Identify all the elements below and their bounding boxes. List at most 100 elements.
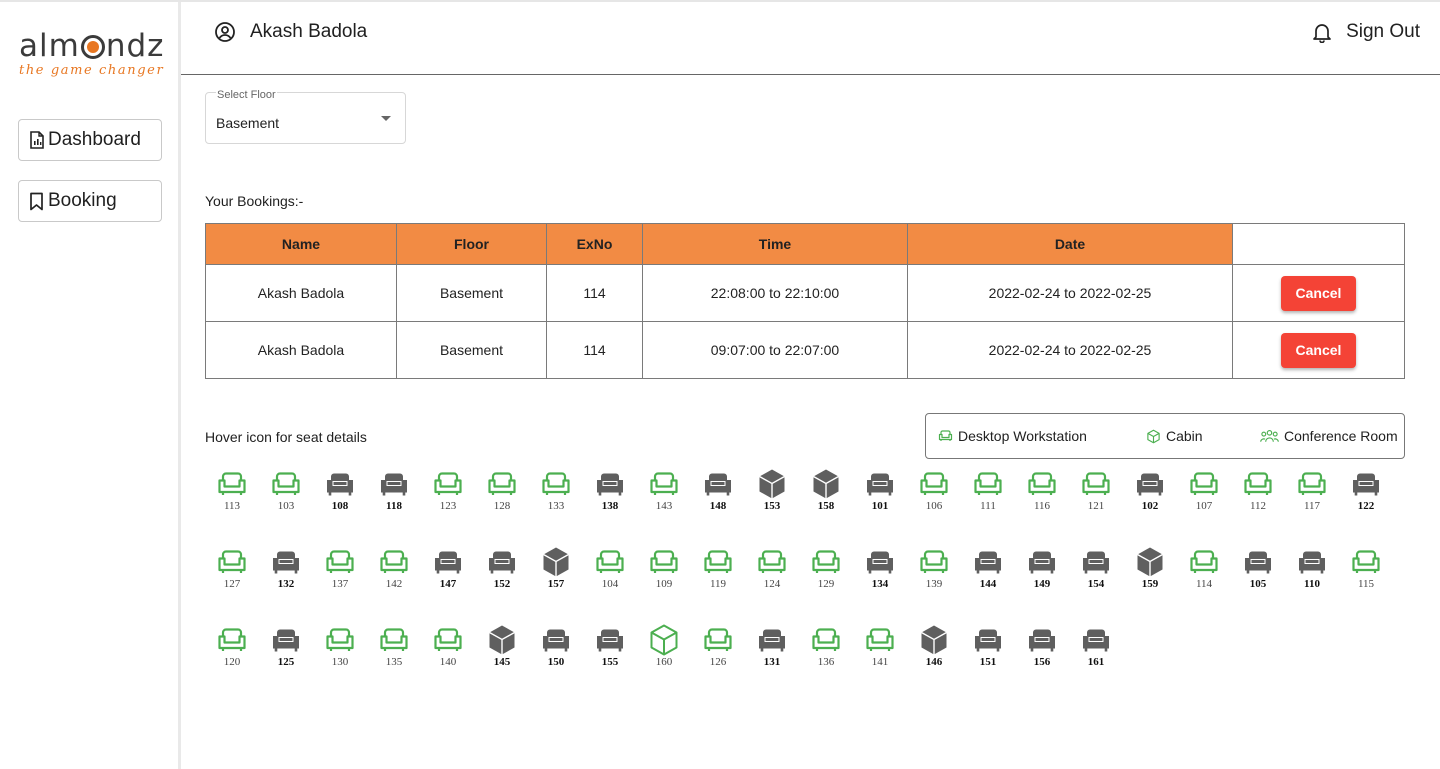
seat-158[interactable]: 158 bbox=[799, 468, 853, 516]
seat-143[interactable]: 143 bbox=[637, 468, 691, 516]
seat-123[interactable]: 123 bbox=[421, 468, 475, 516]
seat-number: 117 bbox=[1303, 500, 1321, 512]
seat-number: 131 bbox=[763, 656, 781, 668]
floor-select[interactable]: Select Floor Basement bbox=[205, 89, 406, 144]
seat-121[interactable]: 121 bbox=[1069, 468, 1123, 516]
seat-number: 120 bbox=[223, 656, 241, 668]
seat-104[interactable]: 104 bbox=[583, 546, 637, 594]
seat-126[interactable]: 126 bbox=[691, 624, 745, 672]
seat-136[interactable]: 136 bbox=[799, 624, 853, 672]
seat-150[interactable]: 150 bbox=[529, 624, 583, 672]
cube-icon bbox=[1147, 429, 1160, 443]
seat-141[interactable]: 141 bbox=[853, 624, 907, 672]
seat-110[interactable]: 110 bbox=[1285, 546, 1339, 594]
seat-number: 158 bbox=[817, 500, 835, 512]
seat-number: 104 bbox=[601, 578, 619, 590]
seat-122[interactable]: 122 bbox=[1339, 468, 1393, 516]
seat-152[interactable]: 152 bbox=[475, 546, 529, 594]
seat-138[interactable]: 138 bbox=[583, 468, 637, 516]
seat-number: 123 bbox=[439, 500, 457, 512]
seat-120[interactable]: 120 bbox=[205, 624, 259, 672]
floor-select-label: Select Floor bbox=[216, 89, 277, 101]
cancel-button[interactable]: Cancel bbox=[1281, 332, 1356, 368]
seat-number: 128 bbox=[493, 500, 511, 512]
bell-icon[interactable] bbox=[1312, 21, 1332, 43]
seat-103[interactable]: 103 bbox=[259, 468, 313, 516]
seat-127[interactable]: 127 bbox=[205, 546, 259, 594]
seat-140[interactable]: 140 bbox=[421, 624, 475, 672]
sidebar-item-label: Booking bbox=[48, 190, 117, 211]
seat-159[interactable]: 159 bbox=[1123, 546, 1177, 594]
sidebar-item-dashboard[interactable]: Dashboard bbox=[18, 119, 162, 161]
column-header-action bbox=[1232, 223, 1405, 265]
seat-number: 150 bbox=[547, 656, 565, 668]
column-header-exno: ExNo bbox=[546, 223, 643, 265]
seat-112[interactable]: 112 bbox=[1231, 468, 1285, 516]
seat-105[interactable]: 105 bbox=[1231, 546, 1285, 594]
cancel-button[interactable]: Cancel bbox=[1281, 275, 1356, 311]
seat-157[interactable]: 157 bbox=[529, 546, 583, 594]
seat-133[interactable]: 133 bbox=[529, 468, 583, 516]
seat-108[interactable]: 108 bbox=[313, 468, 367, 516]
seat-107[interactable]: 107 bbox=[1177, 468, 1231, 516]
seat-161[interactable]: 161 bbox=[1069, 624, 1123, 672]
seat-160[interactable]: 160 bbox=[637, 624, 691, 672]
seat-118[interactable]: 118 bbox=[367, 468, 421, 516]
seat-144[interactable]: 144 bbox=[961, 546, 1015, 594]
seat-128[interactable]: 128 bbox=[475, 468, 529, 516]
seat-124[interactable]: 124 bbox=[745, 546, 799, 594]
seat-number: 137 bbox=[331, 578, 349, 590]
seat-129[interactable]: 129 bbox=[799, 546, 853, 594]
cell-floor: Basement bbox=[396, 321, 547, 379]
seat-115[interactable]: 115 bbox=[1339, 546, 1393, 594]
brand-o-mark-icon bbox=[80, 35, 105, 59]
armchair-icon bbox=[1015, 624, 1069, 656]
seat-149[interactable]: 149 bbox=[1015, 546, 1069, 594]
user-profile[interactable]: Akash Badola bbox=[214, 21, 367, 43]
seat-155[interactable]: 155 bbox=[583, 624, 637, 672]
brand-logo[interactable]: alm ndz the game changer bbox=[19, 30, 164, 78]
seat-101[interactable]: 101 bbox=[853, 468, 907, 516]
seat-109[interactable]: 109 bbox=[637, 546, 691, 594]
seat-number: 111 bbox=[980, 500, 996, 512]
seat-137[interactable]: 137 bbox=[313, 546, 367, 594]
seat-number: 130 bbox=[331, 656, 349, 668]
top-header: Akash Badola Sign Out bbox=[181, 2, 1440, 75]
seat-156[interactable]: 156 bbox=[1015, 624, 1069, 672]
armchair-icon bbox=[907, 468, 961, 500]
armchair-icon bbox=[637, 468, 691, 500]
seat-154[interactable]: 154 bbox=[1069, 546, 1123, 594]
table-row: Akash Badola Basement 114 22:08:00 to 22… bbox=[205, 264, 1405, 322]
sign-out-button[interactable]: Sign Out bbox=[1346, 21, 1420, 43]
seat-102[interactable]: 102 bbox=[1123, 468, 1177, 516]
seat-number: 103 bbox=[277, 500, 295, 512]
seat-131[interactable]: 131 bbox=[745, 624, 799, 672]
sidebar-item-booking[interactable]: Booking bbox=[18, 180, 162, 222]
seat-132[interactable]: 132 bbox=[259, 546, 313, 594]
cell-time: 09:07:00 to 22:07:00 bbox=[642, 321, 908, 379]
seat-148[interactable]: 148 bbox=[691, 468, 745, 516]
seat-135[interactable]: 135 bbox=[367, 624, 421, 672]
seat-117[interactable]: 117 bbox=[1285, 468, 1339, 516]
seat-130[interactable]: 130 bbox=[313, 624, 367, 672]
armchair-icon bbox=[259, 546, 313, 578]
armchair-icon bbox=[1339, 546, 1393, 578]
seat-119[interactable]: 119 bbox=[691, 546, 745, 594]
seat-116[interactable]: 116 bbox=[1015, 468, 1069, 516]
seat-114[interactable]: 114 bbox=[1177, 546, 1231, 594]
seat-147[interactable]: 147 bbox=[421, 546, 475, 594]
seat-145[interactable]: 145 bbox=[475, 624, 529, 672]
seat-134[interactable]: 134 bbox=[853, 546, 907, 594]
seat-125[interactable]: 125 bbox=[259, 624, 313, 672]
seat-151[interactable]: 151 bbox=[961, 624, 1015, 672]
seat-number: 142 bbox=[385, 578, 403, 590]
seat-142[interactable]: 142 bbox=[367, 546, 421, 594]
seat-113[interactable]: 113 bbox=[205, 468, 259, 516]
seat-153[interactable]: 153 bbox=[745, 468, 799, 516]
seat-111[interactable]: 111 bbox=[961, 468, 1015, 516]
seat-number: 156 bbox=[1033, 656, 1051, 668]
seat-146[interactable]: 146 bbox=[907, 624, 961, 672]
armchair-icon bbox=[475, 546, 529, 578]
seat-106[interactable]: 106 bbox=[907, 468, 961, 516]
seat-139[interactable]: 139 bbox=[907, 546, 961, 594]
